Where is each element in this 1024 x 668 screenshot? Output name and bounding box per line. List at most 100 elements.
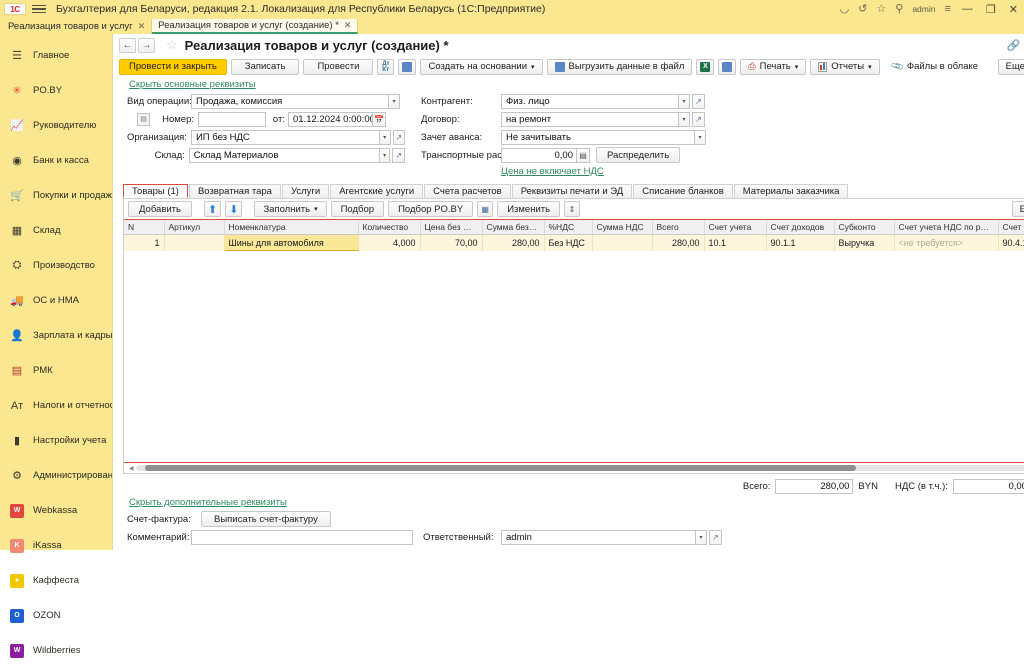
form-tab-6[interactable]: Списание бланков [633, 184, 733, 198]
post-button[interactable]: Провести [303, 59, 373, 75]
column-header-8[interactable]: Всего [652, 220, 704, 235]
column-header-11[interactable]: Субконто [834, 220, 894, 235]
contract-dropdown-icon[interactable]: ▾ [679, 112, 690, 127]
sidebar-item-6[interactable]: ⛭Производство [0, 248, 112, 283]
warehouse-open-icon[interactable]: ↗ [392, 148, 405, 163]
form-tab-4[interactable]: Счета расчетов [424, 184, 511, 198]
cell-vat-sum[interactable] [592, 235, 652, 251]
cell-vat-rate[interactable]: Без НДС [544, 235, 592, 251]
reports-button[interactable]: Отчеты ▾ [810, 59, 879, 75]
organization-dropdown-icon[interactable]: ▾ [380, 130, 391, 145]
more-button[interactable]: Еще ▾ [998, 59, 1024, 75]
cell-account[interactable]: 10.1 [704, 235, 766, 251]
numbering-icon[interactable]: ▤ [137, 113, 150, 126]
link-icon[interactable]: 🔗 [1007, 39, 1021, 52]
sidebar-item-3[interactable]: ◉Банк и касса [0, 143, 112, 178]
organization-input[interactable]: ИП без НДС [191, 130, 380, 145]
counterparty-dropdown-icon[interactable]: ▾ [679, 94, 690, 109]
sidebar-item-10[interactable]: AтНалоги и отчетность [0, 388, 112, 423]
sidebar-item-12[interactable]: ⚙Администрирование [0, 458, 112, 493]
export-to-file-button[interactable]: Выгрузить данные в файл [547, 59, 693, 75]
cell-income-account[interactable]: 90.1.1 [766, 235, 834, 251]
cell-expense-account[interactable]: 90.4.1 [998, 235, 1024, 251]
counterparty-open-icon[interactable]: ↗ [692, 94, 705, 109]
column-header-3[interactable]: Количество [358, 220, 420, 235]
scrollbar-thumb[interactable] [145, 465, 856, 471]
column-header-0[interactable]: N [124, 220, 164, 235]
change-button[interactable]: Изменить [497, 201, 560, 217]
move-row-up-icon[interactable]: ⬆ [204, 201, 221, 217]
barcode-scan-icon[interactable]: ▦ [477, 201, 493, 217]
table-row[interactable]: 1Шины для автомобиля4,00070,00280,00Без … [124, 235, 1024, 251]
history-icon[interactable]: ↺ [858, 4, 867, 15]
cell-total[interactable]: 280,00 [652, 235, 704, 251]
form-tab-3[interactable]: Агентские услуги [330, 184, 423, 198]
sidebar-item-16[interactable]: OOZON [0, 598, 112, 633]
cell-article[interactable] [164, 235, 224, 251]
sidebar-item-17[interactable]: WWildberries [0, 633, 112, 668]
cell-quantity[interactable]: 4,000 [358, 235, 420, 251]
form-tab-5[interactable]: Реквизиты печати и ЭД [512, 184, 633, 198]
cloud-files-button[interactable]: 📎 Файлы в облаке [884, 59, 986, 75]
column-header-9[interactable]: Счет учета [704, 220, 766, 235]
warehouse-dropdown-icon[interactable]: ▾ [380, 148, 391, 163]
sidebar-item-4[interactable]: 🛒Покупки и продажи [0, 178, 112, 213]
form-tab-1[interactable]: Возвратная тара [189, 184, 281, 198]
cell-price-no-vat[interactable]: 70,00 [420, 235, 482, 251]
bell-icon[interactable]: ◡ [840, 4, 850, 15]
contract-input[interactable]: на ремонт [501, 112, 679, 127]
sidebar-item-14[interactable]: KiKassa [0, 528, 112, 563]
sidebar-item-15[interactable]: ●Каффеста [0, 563, 112, 598]
scroll-left-icon[interactable]: ◀ [127, 465, 136, 472]
vat-mode-link[interactable]: Цена не включает НДС [501, 166, 604, 177]
operation-type-dropdown-icon[interactable]: ▾ [389, 94, 400, 109]
collapse-additional-details-link[interactable]: Скрыть дополнительные реквизиты [129, 497, 287, 508]
distribute-button[interactable]: Распределить [596, 147, 680, 163]
transport-costs-input[interactable]: 0,00 [501, 148, 577, 163]
horizontal-scrollbar[interactable]: ◀ ▶ [124, 463, 1024, 473]
column-header-6[interactable]: %НДС [544, 220, 592, 235]
print-button[interactable]: ⎙ Печать ▾ [740, 59, 806, 75]
close-button[interactable]: ✕ [1007, 3, 1020, 16]
column-header-13[interactable]: Счет расходов [998, 220, 1024, 235]
sidebar-item-13[interactable]: WWebkassa [0, 493, 112, 528]
doc-tab-2[interactable]: Реализация товаров и услуг (создание) * … [152, 19, 358, 34]
set-columns-icon[interactable]: ⇕ [564, 201, 580, 217]
organization-open-icon[interactable]: ↗ [393, 130, 405, 145]
sidebar-item-8[interactable]: 👤Зарплата и кадры [0, 318, 112, 353]
cell-vat-sales-account[interactable]: <не требуется> [894, 235, 998, 251]
cell-sum-no-vat[interactable]: 280,00 [482, 235, 544, 251]
collapse-main-details-link[interactable]: Скрыть основные реквизиты [129, 79, 256, 90]
fill-button[interactable]: Заполнить ▾ [254, 201, 326, 217]
menu-lines-icon[interactable]: ≡ [944, 4, 950, 15]
minimize-button[interactable]: — [960, 3, 975, 15]
debit-credit-icon[interactable]: ДтКт [377, 59, 394, 75]
cell-n[interactable]: 1 [124, 235, 164, 251]
goods-grid[interactable]: NАртикулНоменклатураКоличествоЦена без Н… [124, 219, 1024, 463]
sidebar-item-11[interactable]: ▮Настройки учета [0, 423, 112, 458]
column-header-1[interactable]: Артикул [164, 220, 224, 235]
column-header-2[interactable]: Номенклатура [224, 220, 358, 235]
post-and-close-button[interactable]: Провести и закрыть [119, 59, 227, 75]
doc-tab-1[interactable]: Реализация товаров и услуг ✕ [2, 19, 152, 34]
sidebar-item-5[interactable]: ▦Склад [0, 213, 112, 248]
cell-subconto[interactable]: Выручка [834, 235, 894, 251]
add-row-button[interactable]: Добавить [128, 201, 192, 217]
sidebar-item-1[interactable]: ✳PO.BY [0, 73, 112, 108]
operation-type-input[interactable]: Продажа, комиссия [191, 94, 389, 109]
number-input[interactable] [198, 112, 266, 127]
scrollbar-track[interactable] [136, 465, 1024, 471]
pick-poby-button[interactable]: Подбор PO.BY [388, 201, 473, 217]
send-data-icon[interactable] [718, 59, 736, 75]
responsible-dropdown-icon[interactable]: ▾ [696, 530, 707, 545]
doc-tab-2-close-icon[interactable]: ✕ [344, 20, 352, 31]
create-based-on-button[interactable]: Создать на основании ▾ [420, 59, 542, 75]
calendar-icon[interactable]: 📅 [373, 112, 386, 127]
column-header-12[interactable]: Счет учета НДС по реализа... [894, 220, 998, 235]
main-menu-icon[interactable] [32, 5, 46, 14]
add-to-favorites-star-icon[interactable]: ☆ [166, 37, 178, 53]
cell-nomenclature[interactable]: Шины для автомобиля [224, 235, 358, 251]
contract-open-icon[interactable]: ↗ [692, 112, 705, 127]
calculator-icon[interactable]: ▤ [577, 148, 590, 163]
column-header-5[interactable]: Сумма без НДС [482, 220, 544, 235]
